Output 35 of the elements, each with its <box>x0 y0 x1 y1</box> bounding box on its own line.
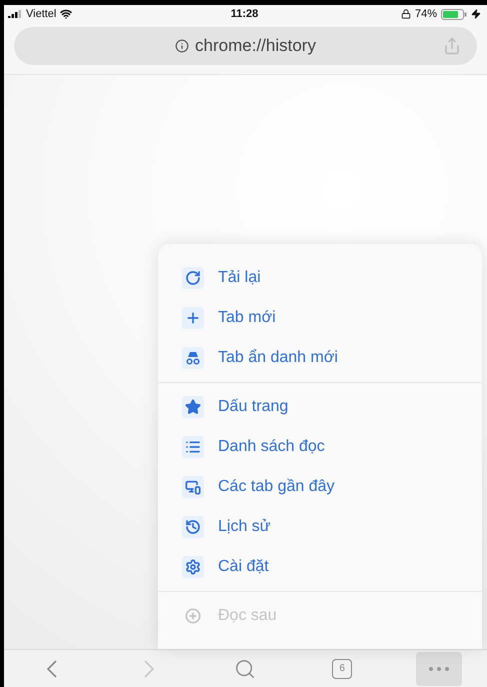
more-dots-icon <box>426 666 451 672</box>
battery-icon <box>441 8 467 20</box>
star-icon <box>185 399 201 415</box>
tab-count-button[interactable]: 6 <box>332 658 352 678</box>
reload-icon <box>185 270 201 286</box>
menu-item[interactable]: Tab mới <box>158 298 482 338</box>
menu-button[interactable] <box>416 652 462 686</box>
menu-item[interactable]: Danh sách đọc <box>158 427 482 467</box>
history-icon <box>185 519 201 535</box>
carrier-name: Viettel <box>26 8 56 20</box>
menu-item[interactable]: Tải lại <box>158 258 482 298</box>
menu-item[interactable]: Tab ẩn danh mới <box>158 338 482 378</box>
clock-time: 11:28 <box>230 8 258 20</box>
info-icon <box>175 39 190 53</box>
lock-icon <box>400 9 411 19</box>
chevron-right-icon <box>144 660 154 678</box>
plus-icon <box>185 310 201 326</box>
list-icon <box>185 439 201 455</box>
settings-icon <box>185 559 201 575</box>
menu-item[interactable]: Cài đặt <box>158 547 482 587</box>
url-text: chrome://history <box>195 36 316 56</box>
menu-item[interactable]: Lịch sử <box>158 507 482 547</box>
menu-item[interactable]: Dấu trang <box>158 387 482 427</box>
wifi-icon <box>60 8 72 20</box>
chevron-left-icon <box>47 660 58 678</box>
signal-icon <box>8 10 22 18</box>
menu-item[interactable]: Các tab gần đây <box>158 467 482 507</box>
charging-icon <box>471 9 481 19</box>
battery-percentage: 74% <box>414 8 437 20</box>
devices-icon <box>185 479 201 495</box>
search-icon <box>234 658 256 680</box>
add-circle-icon <box>185 608 201 624</box>
share-icon[interactable] <box>443 37 461 55</box>
incognito-icon <box>185 350 201 366</box>
address-bar[interactable]: chrome://history <box>14 27 477 65</box>
